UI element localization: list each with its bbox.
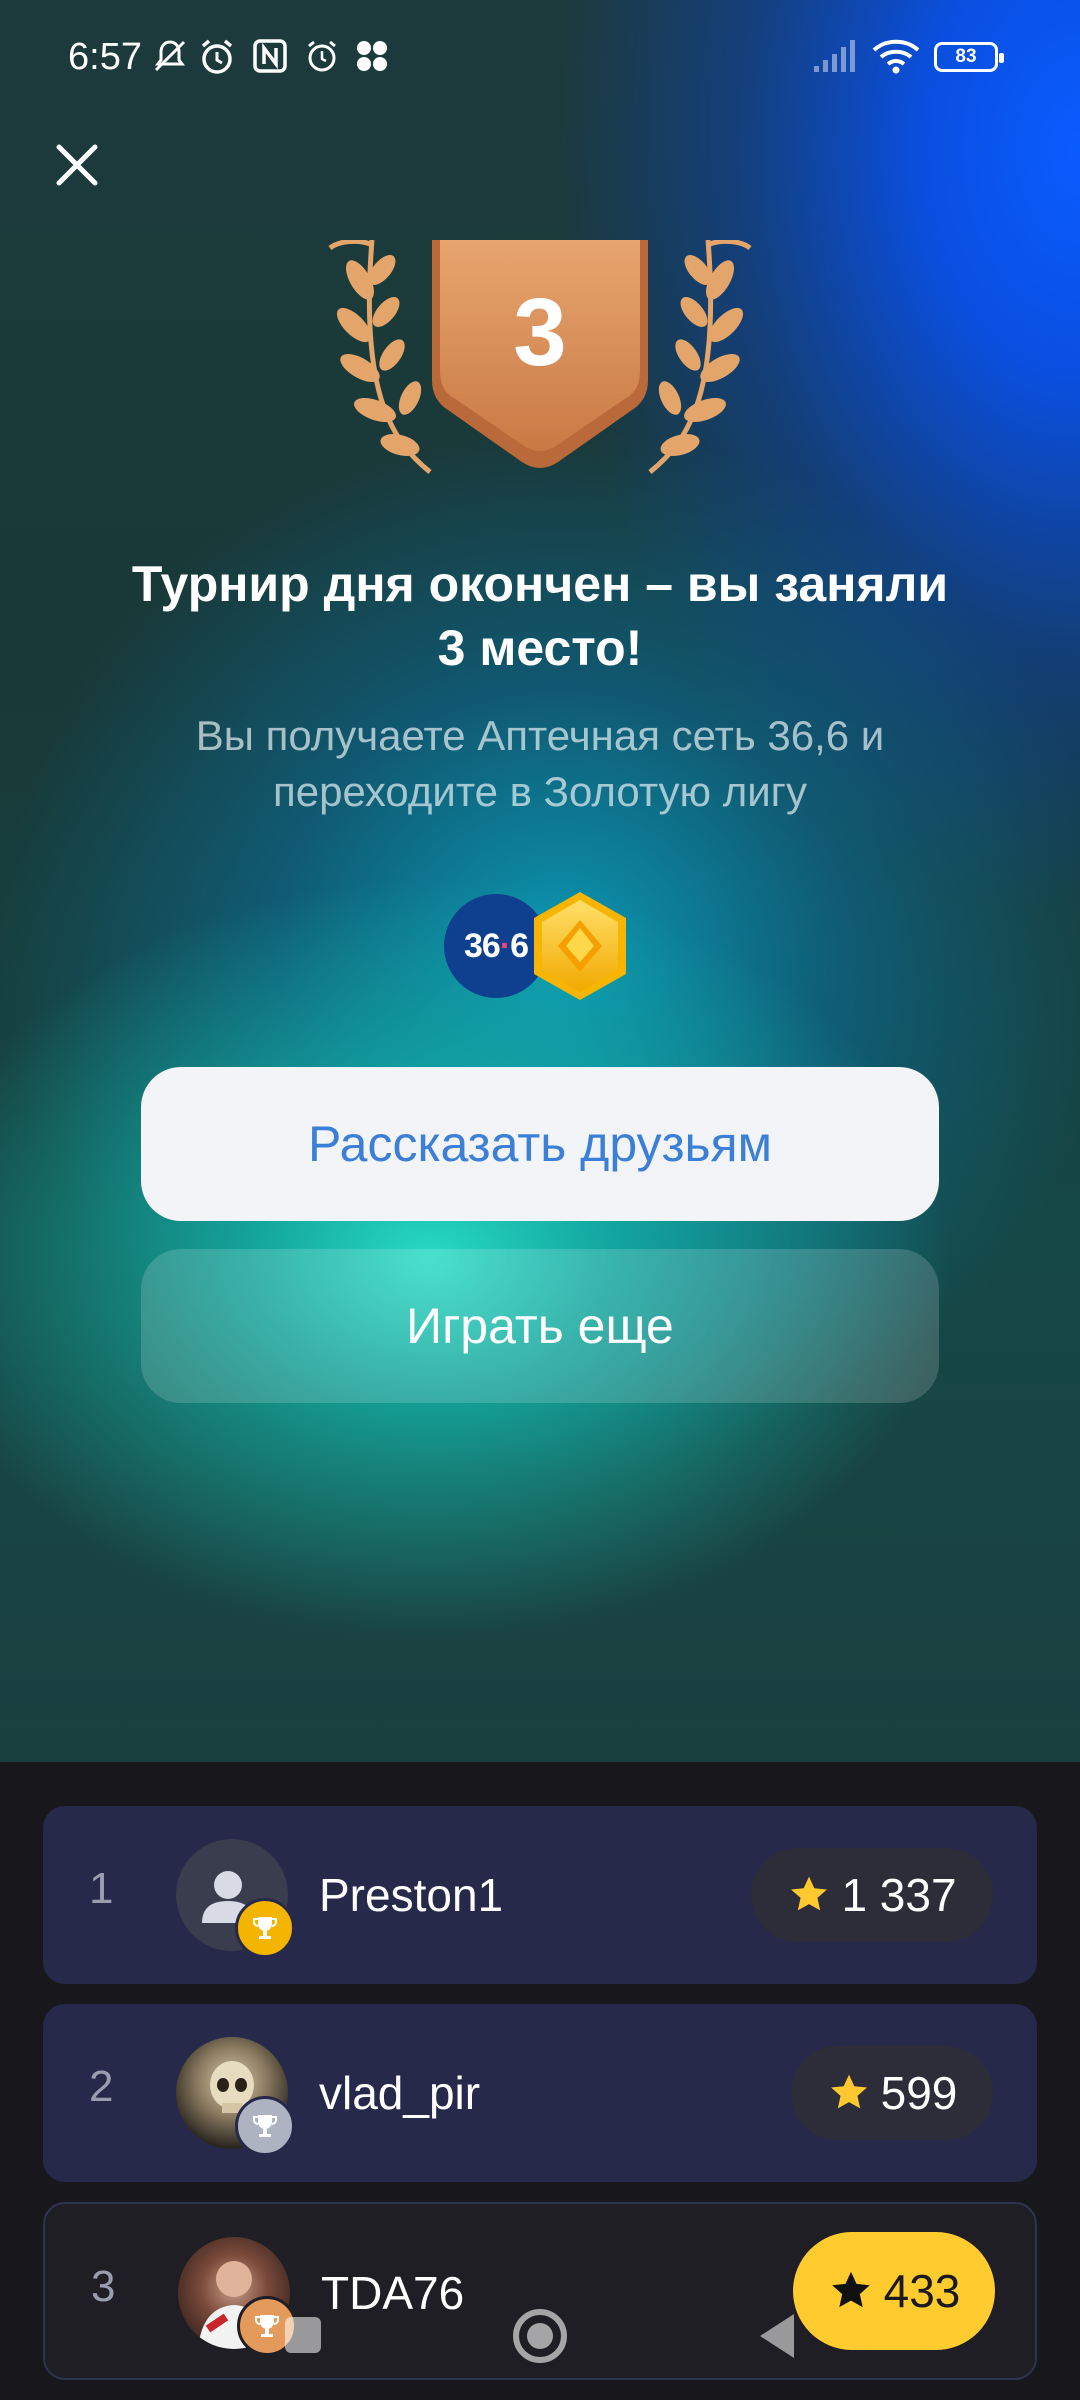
play-again-button[interactable]: Играть еще [141, 1249, 939, 1403]
nfc-icon [253, 39, 287, 73]
username: vlad_pir [319, 2067, 481, 2119]
score-value: 599 [880, 2067, 958, 2119]
close-icon[interactable] [44, 132, 110, 198]
recents-icon[interactable] [282, 2314, 324, 2356]
place-number: 3 [513, 279, 567, 386]
score-pill: 599 [791, 2046, 993, 2140]
app-dots-icon [357, 41, 387, 71]
battery-icon: 83 [934, 42, 1004, 72]
score-value: 1 337 [841, 1869, 957, 1921]
leaderboard-row[interactable]: 1 Preston1 1 337 [43, 1806, 1037, 1984]
rewards-group: 36 · 6 [440, 890, 640, 1000]
status-bar: 6:57 83 [0, 0, 1080, 120]
home-icon[interactable] [512, 2308, 568, 2364]
battery-level: 83 [955, 46, 977, 67]
share-with-friends-button[interactable]: Рассказать друзьям [141, 1067, 939, 1221]
trophy-badge-silver-icon [235, 2096, 295, 2156]
star-icon [791, 1876, 828, 1911]
star-icon [830, 2074, 867, 2109]
rank-number: 2 [89, 2062, 114, 2111]
result-title: Турнир дня окончен – вы заняли 3 место! [131, 556, 949, 676]
leaderboard-row[interactable]: 2 vlad_pir 599 [43, 2004, 1037, 2182]
signal-icon [814, 40, 855, 72]
alarm-clock-icon [308, 40, 336, 72]
status-time: 6:57 [68, 36, 142, 78]
place-badge: 3 [320, 238, 760, 480]
result-subtitle: Вы получаете Аптечная сеть 36,6 и перехо… [195, 712, 885, 815]
username: Preston1 [319, 1869, 504, 1921]
rank-number: 1 [89, 1864, 114, 1913]
score-pill: 1 337 [751, 1848, 993, 1942]
gold-league-icon [534, 892, 626, 1000]
navigation-bar [0, 2290, 1080, 2400]
trophy-badge-gold-icon [235, 1898, 295, 1958]
bell-off-icon [154, 40, 186, 72]
back-icon[interactable] [756, 2312, 796, 2360]
alarm-icon [201, 39, 233, 74]
wifi-icon [872, 39, 920, 74]
